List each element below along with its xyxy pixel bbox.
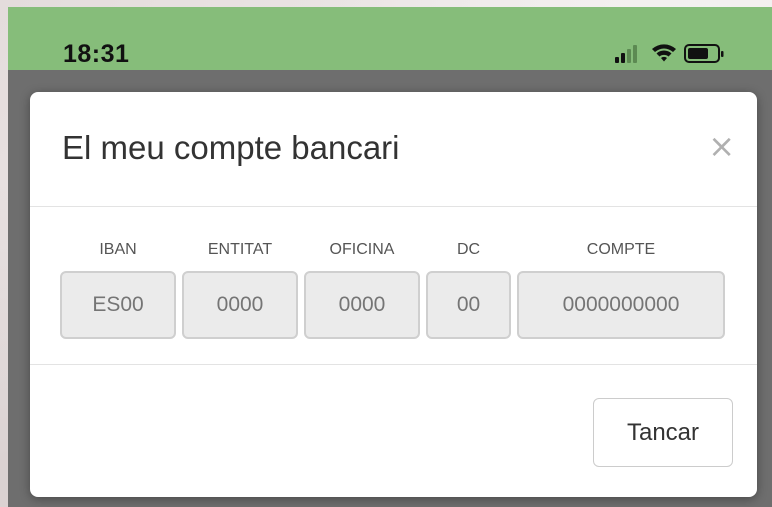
iban-field-group: IBAN (60, 240, 176, 339)
entitat-label: ENTITAT (207, 241, 273, 258)
compte-label: COMPTE (586, 241, 656, 258)
dc-input[interactable] (426, 271, 511, 339)
compte-field-group: COMPTE (517, 240, 725, 339)
status-icons (615, 44, 724, 63)
close-icon[interactable]: × (708, 130, 735, 162)
dc-field-group: DC (426, 240, 511, 339)
modal-body: IBAN ENTITAT OFICINA DC COMPTE (30, 207, 757, 365)
signal-icon (615, 45, 637, 63)
status-bar: 18:31 (8, 7, 772, 70)
dc-label: DC (456, 241, 481, 258)
compte-input[interactable] (517, 271, 725, 339)
modal-footer: Tancar (30, 365, 757, 497)
iban-label: IBAN (99, 241, 137, 258)
modal-header: El meu compte bancari × (30, 92, 757, 207)
status-time: 18:31 (63, 40, 130, 68)
modal-title: El meu compte bancari (62, 129, 400, 166)
oficina-field-group: OFICINA (304, 240, 420, 339)
entitat-field-group: ENTITAT (182, 240, 298, 339)
phone-screen: 18:31 El meu compte bancari × IBAN ES00 … (8, 7, 772, 507)
battery-icon (684, 44, 724, 63)
oficina-label: OFICINA (329, 241, 395, 258)
wifi-icon (652, 44, 676, 62)
entitat-input[interactable] (182, 271, 298, 339)
iban-input[interactable] (60, 271, 176, 339)
oficina-input[interactable] (304, 271, 420, 339)
close-button[interactable]: Tancar (593, 398, 733, 467)
bank-account-modal: El meu compte bancari × IBAN ENTITAT OFI… (30, 92, 757, 497)
